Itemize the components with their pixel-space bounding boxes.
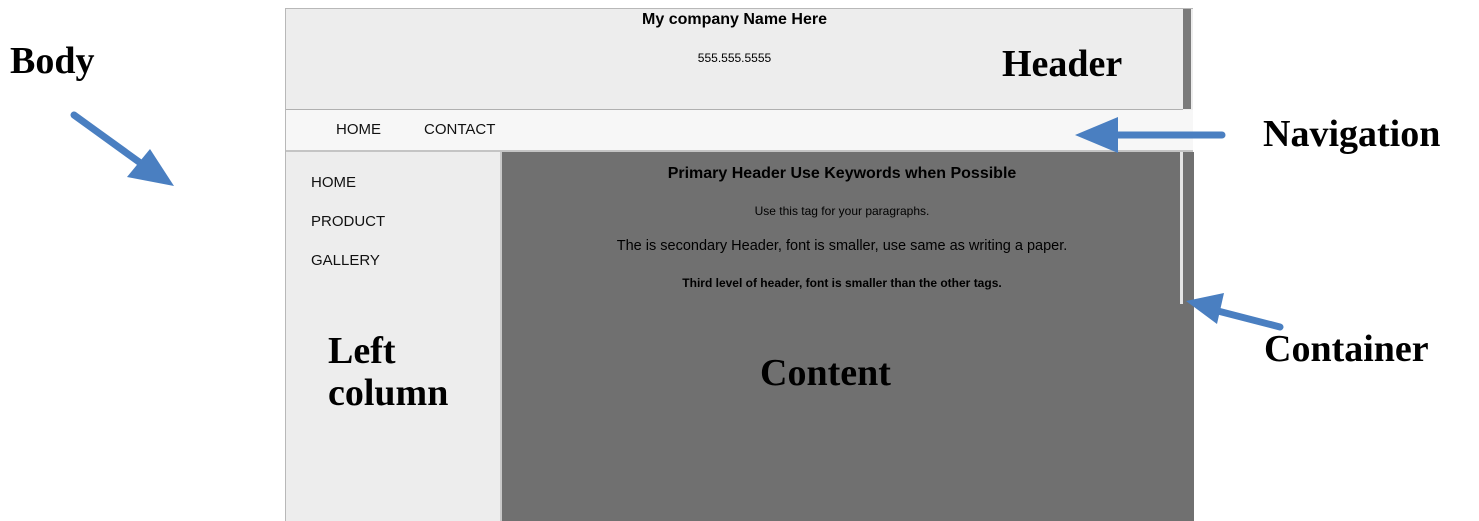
left-column-label: Left column xyxy=(328,330,448,414)
left-column: HOME PRODUCT GALLERY Left column xyxy=(286,152,502,521)
content-label: Content xyxy=(760,352,891,394)
container-arrow-icon xyxy=(1186,293,1284,331)
layout-diagram: Body Navigation Container My company Nam… xyxy=(0,0,1479,521)
page-header: My company Name Here 555.555.5555 Header xyxy=(286,9,1183,110)
paragraph: Use this tag for your paragraphs. xyxy=(754,204,930,218)
third-level-header: Third level of header, font is smaller t… xyxy=(682,276,1002,290)
container-label: Container xyxy=(1264,328,1429,370)
body-label: Body xyxy=(10,40,95,82)
body-arrow-icon xyxy=(70,111,174,186)
container-edge xyxy=(1180,152,1183,304)
left-column-label-line1: Left xyxy=(328,330,396,372)
secondary-header: The is secondary Header, font is smaller… xyxy=(616,238,1068,254)
navigation-label: Navigation xyxy=(1263,113,1441,155)
header-label: Header xyxy=(1002,43,1123,85)
left-column-label-line2: column xyxy=(328,372,449,414)
content-area: Primary Header Use Keywords when Possibl… xyxy=(502,152,1194,521)
company-name: My company Name Here xyxy=(642,11,827,28)
nav-item-home[interactable]: HOME xyxy=(336,121,381,138)
header-edge xyxy=(1183,9,1191,109)
nav-item-contact[interactable]: CONTACT xyxy=(424,121,495,138)
sidebar-item-home[interactable]: HOME xyxy=(311,174,356,191)
container: My company Name Here 555.555.5555 Header… xyxy=(285,8,1194,521)
primary-header: Primary Header Use Keywords when Possibl… xyxy=(667,165,1017,182)
sidebar-item-product[interactable]: PRODUCT xyxy=(311,213,385,230)
navigation-bar: HOME CONTACT xyxy=(286,110,1193,152)
sidebar-item-gallery[interactable]: GALLERY xyxy=(311,252,380,269)
